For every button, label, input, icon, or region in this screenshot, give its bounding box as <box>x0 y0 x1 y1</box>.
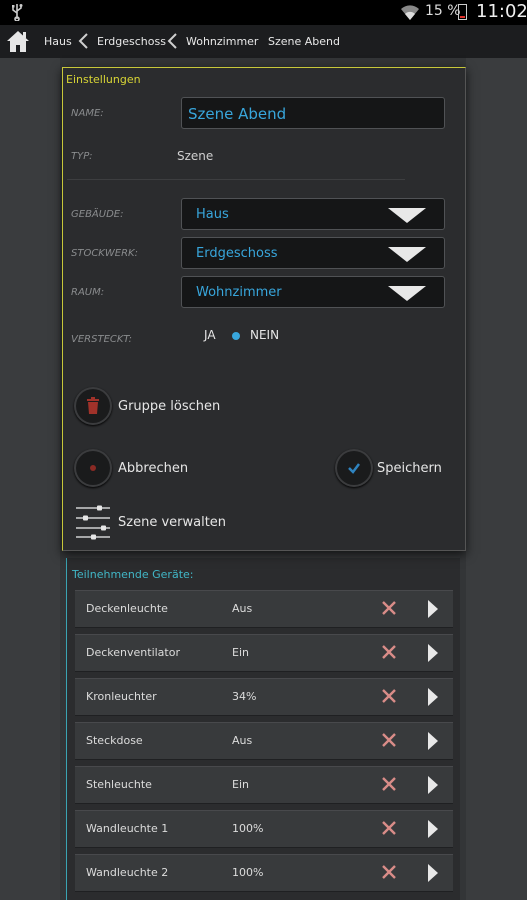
remove-icon[interactable] <box>381 644 397 660</box>
chevron-right-icon[interactable] <box>428 600 438 618</box>
delete-group-button[interactable] <box>74 387 112 425</box>
device-name: Steckdose <box>86 734 143 747</box>
device-name: Kronleuchter <box>86 690 157 703</box>
device-state: Ein <box>232 646 249 659</box>
list-item[interactable]: Wandleuchte 2 100% <box>75 854 453 892</box>
dropdown-arrow-icon <box>388 286 426 301</box>
chevron-right-icon[interactable] <box>428 644 438 662</box>
building-select[interactable]: Haus <box>181 198 445 230</box>
background-panel-right <box>466 58 527 900</box>
chevron-right-icon[interactable] <box>428 732 438 750</box>
remove-icon[interactable] <box>381 600 397 616</box>
breadcrumb-item-wohnzimmer[interactable]: Wohnzimmer <box>186 35 258 48</box>
breadcrumb: Haus Erdgeschoss Wohnzimmer Szene Abend <box>0 25 527 59</box>
battery-icon <box>458 4 467 20</box>
dropdown-arrow-icon <box>388 247 426 262</box>
building-value: Haus <box>196 207 229 222</box>
remove-icon[interactable] <box>381 820 397 836</box>
sliders-icon[interactable] <box>75 504 111 540</box>
remove-icon[interactable] <box>381 776 397 792</box>
checkmark-icon <box>348 463 360 474</box>
device-list-title: Teilnehmende Geräte: <box>72 568 194 581</box>
type-value: Szene <box>177 149 214 163</box>
clock: 11:02 <box>476 1 527 22</box>
floor-value: Erdgeschoss <box>196 246 278 261</box>
device-name: Stehleuchte <box>86 778 152 791</box>
radio-selected-indicator[interactable] <box>232 332 240 340</box>
list-item[interactable]: Steckdose Aus <box>75 722 453 760</box>
hidden-label: VERSTECKT: <box>71 334 132 345</box>
name-value: Szene Abend <box>188 105 287 123</box>
chevron-left-icon <box>78 33 88 49</box>
trash-icon <box>87 397 99 414</box>
list-item[interactable]: Stehleuchte Ein <box>75 766 453 804</box>
device-state: Ein <box>232 778 249 791</box>
save-button[interactable] <box>335 449 373 487</box>
device-state: 34% <box>232 690 257 703</box>
cancel-icon <box>90 465 96 471</box>
breadcrumb-item-haus[interactable]: Haus <box>44 35 72 48</box>
type-label: TYP: <box>71 151 93 162</box>
background-panel-left <box>0 58 60 900</box>
dialog-title: Einstellungen <box>66 73 141 86</box>
manage-scene-label[interactable]: Szene verwalten <box>118 515 226 530</box>
name-label: NAME: <box>71 108 104 119</box>
floor-select[interactable]: Erdgeschoss <box>181 237 445 269</box>
delete-group-label[interactable]: Gruppe löschen <box>118 399 220 414</box>
device-name: Wandleuchte 2 <box>86 866 169 879</box>
chevron-right-icon[interactable] <box>428 820 438 838</box>
save-label[interactable]: Speichern <box>377 461 442 476</box>
usb-icon <box>12 4 23 21</box>
device-name: Wandleuchte 1 <box>86 822 169 835</box>
dropdown-arrow-icon <box>388 208 426 223</box>
remove-icon[interactable] <box>381 688 397 704</box>
list-item[interactable]: Kronleuchter 34% <box>75 678 453 716</box>
list-item[interactable]: Deckenleuchte Aus <box>75 590 453 628</box>
remove-icon[interactable] <box>381 732 397 748</box>
name-field[interactable]: Szene Abend <box>181 97 445 129</box>
device-list: Teilnehmende Geräte: Deckenleuchte Aus Dec… <box>66 558 460 900</box>
list-item[interactable]: Deckenventilator Ein <box>75 634 453 672</box>
room-label: RAUM: <box>71 287 105 298</box>
wifi-icon <box>401 5 419 21</box>
chevron-right-icon[interactable] <box>428 688 438 706</box>
remove-icon[interactable] <box>381 864 397 880</box>
list-item[interactable]: Wandleuchte 1 100% <box>75 810 453 848</box>
chevron-right-icon[interactable] <box>428 776 438 794</box>
device-name: Deckenventilator <box>86 646 180 659</box>
device-state: 100% <box>232 822 264 835</box>
divider <box>67 179 405 180</box>
device-state: 100% <box>232 866 264 879</box>
battery-percent: 15 % <box>425 3 461 19</box>
home-icon[interactable] <box>5 28 31 54</box>
breadcrumb-item-current: Szene Abend <box>268 35 340 48</box>
status-bar: 15 % 11:02 <box>0 0 527 25</box>
floor-label: STOCKWERK: <box>71 248 138 259</box>
hidden-option-yes[interactable]: JA <box>204 328 216 342</box>
hidden-option-no[interactable]: NEIN <box>250 328 279 342</box>
cancel-label[interactable]: Abbrechen <box>118 461 188 476</box>
cancel-button[interactable] <box>74 449 112 487</box>
device-state: Aus <box>232 734 253 747</box>
room-select[interactable]: Wohnzimmer <box>181 276 445 308</box>
device-name: Deckenleuchte <box>86 602 168 615</box>
chevron-right-icon[interactable] <box>428 864 438 882</box>
breadcrumb-item-erdgeschoss[interactable]: Erdgeschoss <box>97 35 166 48</box>
device-state: Aus <box>232 602 253 615</box>
building-label: GEBÄUDE: <box>71 209 124 220</box>
chevron-left-icon <box>167 33 177 49</box>
room-value: Wohnzimmer <box>196 285 282 300</box>
settings-dialog: Einstellungen NAME: Szene Abend TYP: Sze… <box>62 67 466 551</box>
